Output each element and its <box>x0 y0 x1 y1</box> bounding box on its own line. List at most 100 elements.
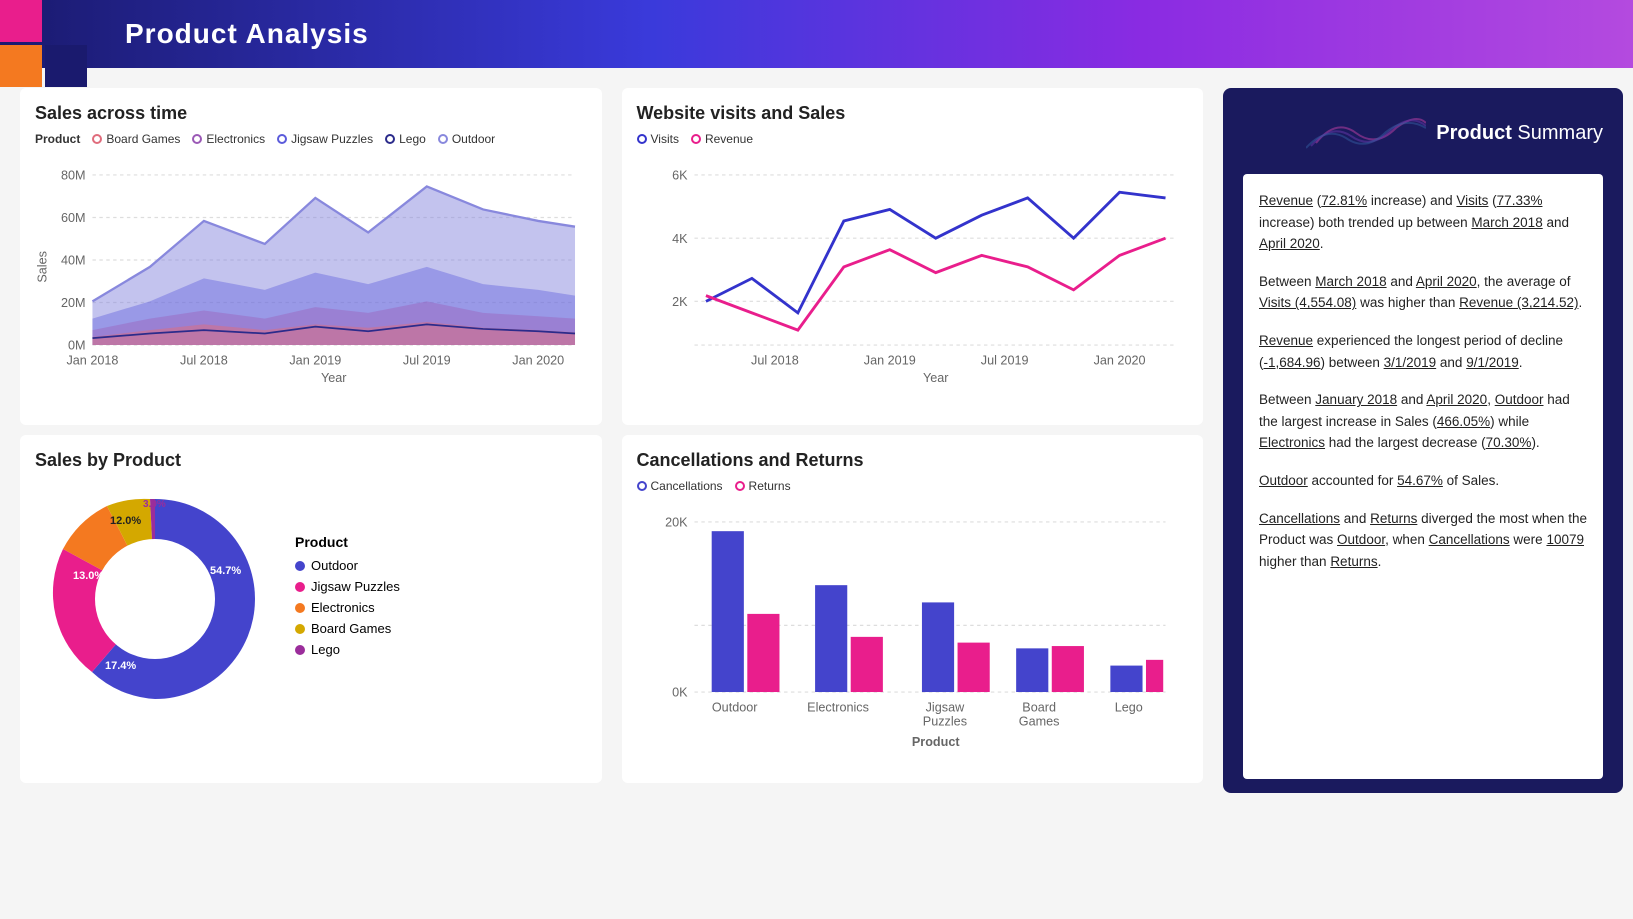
donut-chart: 54.7% 17.4% 13.0% 12.0% 3.0% <box>35 479 275 719</box>
summary-para-6: Cancellations and Returns diverged the m… <box>1259 508 1587 573</box>
boardgames-dot <box>295 624 305 634</box>
cancellations-svg: 20K 0K <box>637 499 1189 763</box>
legend-revenue: Revenue <box>691 132 753 146</box>
svg-text:Jigsaw: Jigsaw <box>925 700 964 714</box>
summary-para-3: Revenue experienced the longest period o… <box>1259 330 1587 373</box>
visits-icon <box>637 134 647 144</box>
boardgames-name: Board Games <box>311 621 391 636</box>
legend-returns: Returns <box>735 479 791 493</box>
revenue-label: Revenue <box>705 132 753 146</box>
summary-panel: Product Summary Revenue (72.81% increase… <box>1223 88 1623 793</box>
legend-visits: Visits <box>637 132 679 146</box>
legend-outdoor-item: Outdoor <box>295 558 400 573</box>
svg-text:Jan 2020: Jan 2020 <box>1093 354 1145 368</box>
website-visits-title: Website visits and Sales <box>637 103 1189 124</box>
svg-text:Year: Year <box>922 371 948 385</box>
website-svg: 6K 4K 2K Jul 2018 Jan 2019 Jul 2019 Jan … <box>637 152 1189 405</box>
pie-legend: Product Outdoor Jigsaw Puzzles Electroni… <box>295 534 400 663</box>
svg-text:Jan 2020: Jan 2020 <box>512 354 564 368</box>
summary-para-2: Between March 2018 and April 2020, the a… <box>1259 271 1587 314</box>
electronics-dot <box>295 603 305 613</box>
outdoor-name: Outdoor <box>311 558 358 573</box>
logo-block-pink <box>0 0 42 42</box>
jigsaw-name: Jigsaw Puzzles <box>311 579 400 594</box>
returns-icon <box>735 481 745 491</box>
returns-label: Returns <box>749 479 791 493</box>
main-content: Sales across time Product Board Games El… <box>0 68 1633 813</box>
sidebar-waves-icon <box>1306 108 1426 158</box>
electronics-label: Electronics <box>206 132 265 146</box>
sales-by-product-chart: Sales by Product <box>20 435 602 783</box>
legend-lego-item: Lego <box>295 642 400 657</box>
legend-cancellations: Cancellations <box>637 479 723 493</box>
svg-text:Lego: Lego <box>1114 700 1142 714</box>
pie-section: 54.7% 17.4% 13.0% 12.0% 3.0% Product Out… <box>35 479 587 719</box>
revenue-icon <box>691 134 701 144</box>
legend-electronics: Electronics <box>192 132 265 146</box>
svg-text:Puzzles: Puzzles <box>922 714 966 728</box>
electronics-icon <box>192 134 202 144</box>
pie-legend-title: Product <box>295 534 400 550</box>
svg-text:2K: 2K <box>672 295 688 309</box>
svg-text:Outdoor: Outdoor <box>711 700 757 714</box>
charts-area: Sales across time Product Board Games El… <box>0 78 1223 803</box>
svg-text:17.4%: 17.4% <box>105 660 136 672</box>
legend-jigsaw-item: Jigsaw Puzzles <box>295 579 400 594</box>
cancellations-chart: Cancellations and Returns Cancellations … <box>622 435 1204 783</box>
svg-text:Electronics: Electronics <box>807 700 869 714</box>
legend-product-label: Product <box>35 132 80 146</box>
legend-lego: Lego <box>385 132 426 146</box>
logo-block-orange <box>0 45 42 87</box>
svg-text:0M: 0M <box>68 339 86 353</box>
outdoor-icon <box>438 134 448 144</box>
boardgames-label: Board Games <box>106 132 180 146</box>
logo-block-empty <box>45 0 87 42</box>
svg-text:60M: 60M <box>61 211 86 225</box>
svg-text:Jul 2019: Jul 2019 <box>403 354 451 368</box>
sales-time-legend: Product Board Games Electronics Jigsaw P… <box>35 132 587 146</box>
svg-text:Product: Product <box>911 735 959 749</box>
svg-text:40M: 40M <box>61 254 86 268</box>
svg-text:20K: 20K <box>665 515 688 529</box>
sidebar-content[interactable]: Revenue (72.81% increase) and Visits (77… <box>1243 174 1603 779</box>
legend-outdoor: Outdoor <box>438 132 495 146</box>
svg-text:Jan 2019: Jan 2019 <box>863 354 915 368</box>
svg-text:20M: 20M <box>61 296 86 310</box>
svg-text:3.0%: 3.0% <box>143 499 166 510</box>
outdoor-label: Outdoor <box>452 132 495 146</box>
sidebar-title-rest: Summary <box>1517 122 1603 144</box>
lego-dot <box>295 645 305 655</box>
legend-boardgames: Board Games <box>92 132 180 146</box>
website-legend: Visits Revenue <box>637 132 1189 146</box>
summary-para-1: Revenue (72.81% increase) and Visits (77… <box>1259 190 1587 255</box>
chart-row-1: Sales across time Product Board Games El… <box>20 88 1203 425</box>
electronics-name: Electronics <box>311 600 375 615</box>
svg-text:6K: 6K <box>672 169 688 183</box>
sales-product-title: Sales by Product <box>35 450 587 471</box>
svg-text:Board: Board <box>1022 700 1056 714</box>
summary-para-4: Between January 2018 and April 2020, Out… <box>1259 389 1587 454</box>
logo-block-dark <box>45 45 87 87</box>
visits-label: Visits <box>651 132 679 146</box>
summary-para-5: Outdoor accounted for 54.67% of Sales. <box>1259 470 1587 492</box>
cancellations-label: Cancellations <box>651 479 723 493</box>
jigsaw-label: Jigsaw Puzzles <box>291 132 373 146</box>
svg-text:4K: 4K <box>672 232 688 246</box>
jigsaw-icon <box>277 134 287 144</box>
outdoor-dot <box>295 561 305 571</box>
chart-row-2: Sales by Product <box>20 435 1203 783</box>
cancellations-icon <box>637 481 647 491</box>
sidebar-header: Product Summary <box>1243 108 1603 158</box>
svg-text:13.0%: 13.0% <box>73 570 104 582</box>
sales-time-title: Sales across time <box>35 103 587 124</box>
svg-text:Jan 2018: Jan 2018 <box>66 354 118 368</box>
svg-text:80M: 80M <box>61 169 86 183</box>
sales-across-time-chart: Sales across time Product Board Games El… <box>20 88 602 425</box>
lego-label: Lego <box>399 132 426 146</box>
svg-text:Jul 2019: Jul 2019 <box>980 354 1028 368</box>
page-title: Product Analysis <box>125 18 369 49</box>
svg-text:Sales: Sales <box>35 251 49 283</box>
svg-text:Games: Games <box>1018 714 1059 728</box>
legend-electronics-item: Electronics <box>295 600 400 615</box>
svg-text:54.7%: 54.7% <box>210 565 241 577</box>
